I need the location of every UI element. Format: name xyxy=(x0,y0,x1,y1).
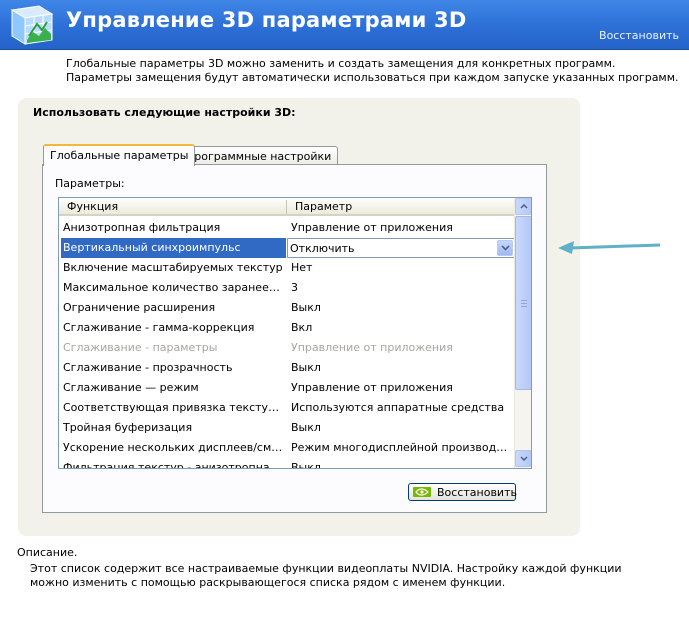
row-value: Управление от приложения xyxy=(291,341,453,354)
row-value: Выкл xyxy=(291,301,321,314)
row-value: Выкл xyxy=(291,421,321,434)
table-row-selected[interactable]: Вертикальный синхроимпульс Отключить xyxy=(59,238,515,258)
parameters-label: Параметры: xyxy=(55,177,125,190)
settings-grid: Функция Параметр Анизотропная фильтрация… xyxy=(58,197,532,469)
row-feature: Включение масштабируемых текстур xyxy=(63,261,283,274)
row-value: Выкл xyxy=(291,461,321,469)
value-dropdown[interactable]: Отключить xyxy=(287,238,515,258)
row-feature: Сглаживание - прозрачность xyxy=(63,361,233,374)
description-text: Этот список содержит все настраиваемые ф… xyxy=(30,562,622,589)
table-row[interactable]: Анизотропная фильтрация Управление от пр… xyxy=(59,218,515,238)
dropdown-value: Отключить xyxy=(290,242,355,255)
table-row[interactable]: Включение масштабируемых текстур Нет xyxy=(59,258,515,278)
row-value: Управление от приложения xyxy=(291,221,453,234)
scrollbar-thumb[interactable] xyxy=(515,216,531,390)
row-feature: Ускорение нескольких дисплеев/смеша... xyxy=(63,441,283,454)
row-feature: Сглаживание — режим xyxy=(63,381,199,394)
table-row[interactable]: Сглаживание - прозрачность Выкл xyxy=(59,358,515,378)
row-feature: Сглаживание - параметры xyxy=(63,341,218,354)
table-row[interactable]: Соответствующая привязка текстуры Исполь… xyxy=(59,398,515,418)
row-value: 3 xyxy=(291,281,298,294)
panel-title: Использовать следующие настройки 3D: xyxy=(33,106,296,119)
row-value: Нет xyxy=(291,261,313,274)
row-value: Управление от приложения xyxy=(291,381,453,394)
column-header-feature[interactable]: Функция xyxy=(67,200,118,213)
pointer-arrow-icon xyxy=(558,241,661,254)
tab-page-global: Параметры: Функция Параметр Анизотропная… xyxy=(42,164,547,513)
table-row[interactable]: Ограничение расширения Выкл xyxy=(59,298,515,318)
dropdown-chevron-icon[interactable] xyxy=(497,240,513,256)
description-label: Описание. xyxy=(17,546,78,559)
page-title: Управление 3D параметрами 3D xyxy=(66,8,467,32)
scroll-up-icon[interactable] xyxy=(515,198,531,215)
row-feature: Анизотропная фильтрация xyxy=(63,221,221,234)
grid-header: Функция Параметр xyxy=(59,198,515,216)
intro-text: Глобальные параметры 3D можно заменить и… xyxy=(66,57,679,84)
row-feature: Тройная буферизация xyxy=(63,421,193,434)
table-row[interactable]: Сглаживание - гамма-коррекция Вкл xyxy=(59,318,515,338)
scroll-down-icon[interactable] xyxy=(515,450,531,467)
table-row[interactable]: Максимальное количество заранее под... 3 xyxy=(59,278,515,298)
table-row[interactable]: Сглаживание — режим Управление от прилож… xyxy=(59,378,515,398)
restore-defaults-link[interactable]: Восстановить xyxy=(599,29,679,42)
table-row[interactable]: Ускорение нескольких дисплеев/смеша... Р… xyxy=(59,438,515,458)
row-value: Режим многодисплейной производител... xyxy=(291,441,513,454)
3d-settings-logo-icon xyxy=(9,2,55,46)
table-row-disabled: Сглаживание - параметры Управление от пр… xyxy=(59,338,515,358)
nvidia-logo-icon xyxy=(413,487,431,497)
row-feature: Вертикальный синхроимпульс xyxy=(61,238,286,258)
column-separator[interactable] xyxy=(286,200,287,214)
row-feature: Соответствующая привязка текстуры xyxy=(63,401,283,414)
row-value: Выкл xyxy=(291,361,321,374)
row-feature: Ограничение расширения xyxy=(63,301,216,314)
table-row[interactable]: Тройная буферизация Выкл xyxy=(59,418,515,438)
row-value: Используются аппаратные средства xyxy=(291,401,505,414)
row-value: Вкл xyxy=(291,321,313,334)
tab-global-settings[interactable]: Глобальные параметры xyxy=(43,144,196,166)
column-header-setting[interactable]: Параметр xyxy=(295,200,352,213)
settings-panel: Использовать следующие настройки 3D: Гло… xyxy=(18,98,580,536)
row-feature: Фильтрация текстур - анизотропная оп... xyxy=(63,461,283,469)
vertical-scrollbar[interactable] xyxy=(514,198,531,468)
header-bar: Управление 3D параметрами 3D Восстановит… xyxy=(0,0,689,50)
row-feature: Максимальное количество заранее под... xyxy=(63,281,283,294)
row-feature: Сглаживание - гамма-коррекция xyxy=(63,321,255,334)
tab-program-settings[interactable]: Программные настройки xyxy=(179,146,339,166)
restore-button[interactable]: Восстановить xyxy=(408,483,517,501)
restore-button-label: Восстановить xyxy=(437,486,517,499)
table-row[interactable]: Фильтрация текстур - анизотропная оп... … xyxy=(59,458,515,469)
